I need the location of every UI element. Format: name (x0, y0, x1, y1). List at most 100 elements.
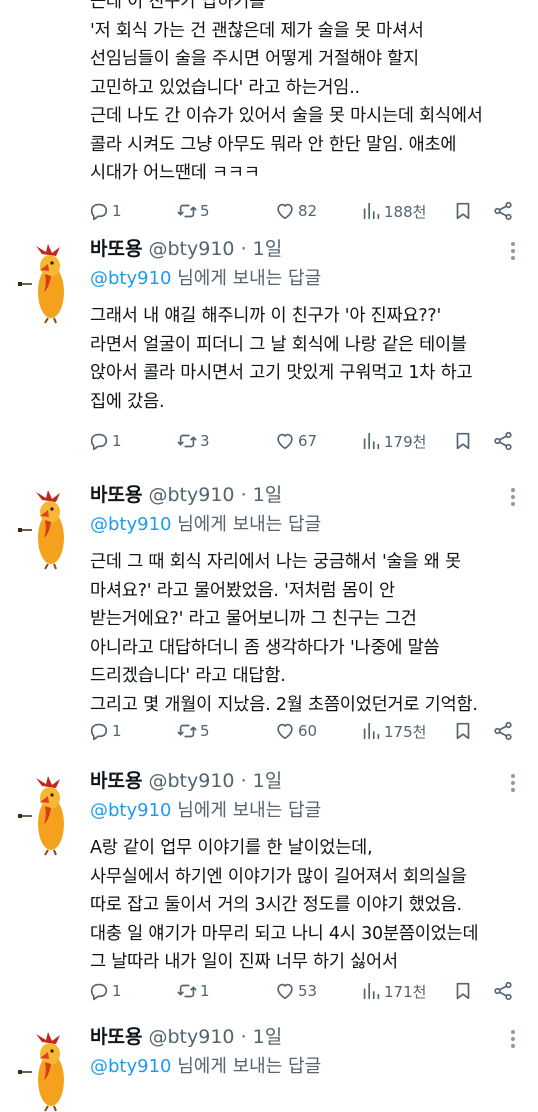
like-count: 60 (298, 722, 318, 740)
bookmark-icon (456, 202, 470, 220)
views-button[interactable]: 188천 (360, 198, 426, 224)
reply-to-mention[interactable]: @bty910 (90, 800, 172, 821)
views-icon (363, 722, 380, 740)
retweet-icon (177, 984, 197, 998)
heart-icon (277, 433, 293, 450)
reply-to-mention[interactable]: @bty910 (90, 1056, 172, 1077)
avatar[interactable] (18, 490, 80, 570)
reply-button[interactable]: 1 (88, 428, 122, 454)
like-count: 82 (298, 202, 318, 220)
tweet-header: 바또용 @bty910 · 1일 (90, 1024, 282, 1050)
like-button[interactable]: 53 (274, 978, 317, 1004)
retweet-button[interactable]: 5 (176, 718, 210, 744)
timestamp[interactable]: 1일 (253, 1026, 283, 1048)
reply-icon (90, 203, 108, 221)
avatar[interactable] (18, 1032, 80, 1112)
share-button[interactable] (492, 718, 516, 744)
timestamp[interactable]: 1일 (253, 770, 283, 792)
bookmark-icon (456, 432, 470, 450)
more-options-icon[interactable] (510, 774, 516, 794)
heart-icon (277, 203, 293, 220)
reply-to-mention[interactable]: @bty910 (90, 268, 172, 289)
reply-context-label: 님에게 보내는 답글 (171, 268, 322, 289)
tweet-actions: 1 1 53 171천 (88, 978, 518, 1004)
like-button[interactable]: 82 (274, 198, 317, 224)
avatar[interactable] (18, 776, 80, 856)
tweet[interactable]: 바또용 @bty910 · 1일 @bty910 님에게 보내는 답글 (0, 1020, 538, 1080)
user-handle[interactable]: @bty910 (149, 770, 235, 792)
reply-button[interactable]: 1 (88, 718, 122, 744)
tweet-header: 바또용 @bty910 · 1일 (90, 482, 282, 508)
reply-button[interactable]: 1 (88, 198, 122, 224)
separator-dot: · (240, 770, 247, 792)
views-count: 188천 (384, 202, 427, 221)
display-name[interactable]: 바또용 (90, 1026, 142, 1048)
user-handle[interactable]: @bty910 (149, 238, 235, 260)
tweet-actions: 1 5 82 188천 (88, 198, 518, 224)
bookmark-button[interactable] (452, 198, 476, 224)
user-handle[interactable]: @bty910 (149, 484, 235, 506)
retweet-count: 3 (200, 432, 210, 450)
share-button[interactable] (492, 978, 516, 1004)
separator-dot: · (240, 1026, 247, 1048)
like-button[interactable]: 67 (274, 428, 317, 454)
reply-icon (90, 433, 108, 451)
retweet-icon (177, 204, 197, 218)
retweet-button[interactable]: 3 (176, 428, 210, 454)
timestamp[interactable]: 1일 (253, 484, 283, 506)
reply-count: 1 (112, 982, 122, 1000)
reply-icon (90, 983, 108, 1001)
share-icon (494, 201, 512, 221)
like-button[interactable]: 60 (274, 718, 317, 744)
more-options-icon[interactable] (510, 488, 516, 508)
retweet-count: 5 (200, 722, 210, 740)
bookmark-button[interactable] (452, 428, 476, 454)
retweet-count: 1 (200, 982, 210, 1000)
reply-icon (90, 723, 108, 741)
reply-context-label: 님에게 보내는 답글 (171, 1056, 322, 1077)
reply-button[interactable]: 1 (88, 978, 122, 1004)
like-count: 67 (298, 432, 318, 450)
avatar[interactable] (18, 244, 80, 324)
tweet-actions: 1 5 60 175천 (88, 718, 518, 744)
bookmark-icon (456, 982, 470, 1000)
bookmark-button[interactable] (452, 978, 476, 1004)
user-handle[interactable]: @bty910 (149, 1026, 235, 1048)
share-button[interactable] (492, 428, 516, 454)
tweet-body: 그래서 내 얘길 해주니까 이 친구가 '아 진짜요??' 라면서 얼굴이 피더… (90, 306, 473, 412)
reply-count: 1 (112, 722, 122, 740)
bookmark-button[interactable] (452, 718, 476, 744)
retweet-button[interactable]: 5 (176, 198, 210, 224)
display-name[interactable]: 바또용 (90, 770, 142, 792)
tweet[interactable]: 바또용 @bty910 · 1일 @bty910 님에게 보내는 답글 A랑 같이… (0, 764, 538, 1020)
reply-context: @bty910 님에게 보내는 답글 (90, 266, 321, 292)
views-button[interactable]: 171천 (360, 978, 426, 1004)
tweet[interactable]: 바또용 @bty910 · 1일 @bty910 님에게 보내는 답글그래서 내… (0, 232, 538, 478)
more-options-icon[interactable] (510, 1030, 516, 1050)
tweet-top[interactable]: 근데 이 친구가 답하기를 '저 회식 가는 건 괜찮은데 제가 술을 못 마셔… (0, 0, 538, 228)
display-name[interactable]: 바또용 (90, 484, 142, 506)
reply-count: 1 (112, 202, 122, 220)
views-button[interactable]: 175천 (360, 718, 426, 744)
views-button[interactable]: 179천 (360, 428, 426, 454)
views-icon (363, 432, 380, 450)
bookmark-icon (456, 722, 470, 740)
timestamp[interactable]: 1일 (253, 238, 283, 260)
reply-to-mention[interactable]: @bty910 (90, 514, 172, 535)
tweet-body: 근데 이 친구가 답하기를 '저 회식 가는 건 괜찮은데 제가 술을 못 마셔… (90, 0, 483, 183)
reply-context: @bty910 님에게 보내는 답글 (90, 798, 321, 824)
retweet-icon (177, 724, 197, 738)
views-icon (363, 982, 380, 1000)
share-button[interactable] (492, 198, 516, 224)
tweet-header: 바또용 @bty910 · 1일 (90, 768, 282, 794)
more-options-icon[interactable] (510, 242, 516, 262)
reply-context-label: 님에게 보내는 답글 (171, 514, 322, 535)
display-name[interactable]: 바또용 (90, 238, 142, 260)
reply-context-label: 님에게 보내는 답글 (171, 800, 322, 821)
tweet[interactable]: 바또용 @bty910 · 1일 @bty910 님에게 보내는 답글 근데 그 … (0, 478, 538, 764)
reply-context: @bty910 님에게 보내는 답글 (90, 1054, 321, 1080)
reply-count: 1 (112, 432, 122, 450)
retweet-button[interactable]: 1 (176, 978, 210, 1004)
separator-dot: · (240, 238, 247, 260)
tweet-actions: 1 3 67 179천 (88, 428, 518, 454)
